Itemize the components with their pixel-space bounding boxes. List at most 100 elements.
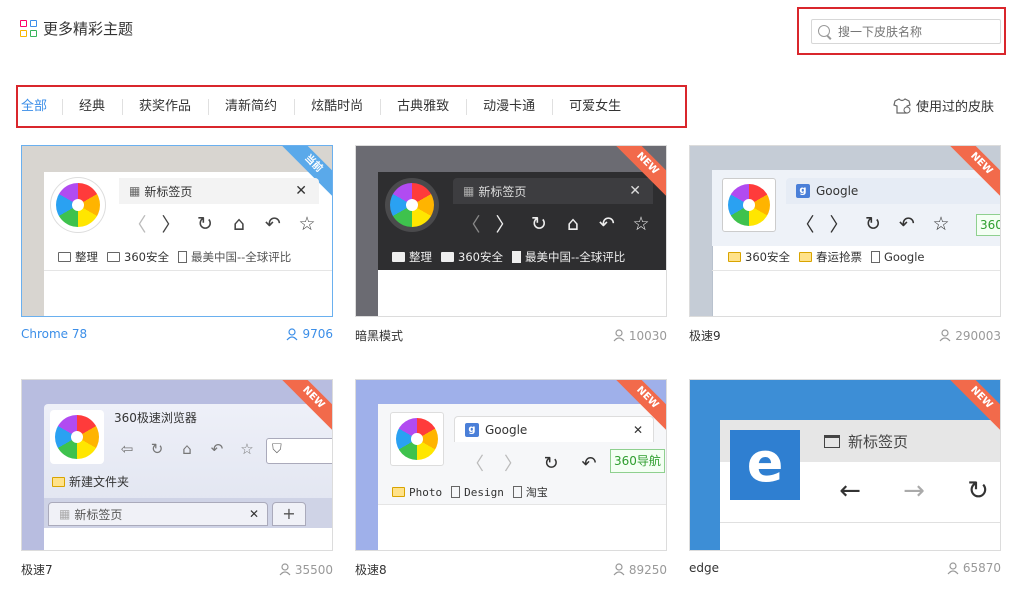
browser-logo-icon: [728, 184, 770, 226]
tab-anime[interactable]: 动漫卡通: [466, 98, 552, 116]
theme-preview[interactable]: e 新标签页 ← → ↻ NEW: [689, 379, 1001, 551]
theme-preview[interactable]: g Google ✕ 〈 〉 ↻ ↶ 360导航 Photo Design 淘宝…: [355, 379, 667, 551]
preview-tab: ▦ 新标签页 ✕: [48, 502, 268, 526]
folder-icon: [728, 252, 741, 262]
preview-bookmarks: Photo Design 淘宝: [392, 484, 557, 500]
tab-fashion[interactable]: 炫酷时尚: [294, 98, 380, 116]
back-icon: 〈: [795, 214, 815, 236]
shield-icon: ⛉: [272, 442, 282, 457]
preview-nav: 〈 〉 ↻ ⌂ ↶ ☆: [454, 210, 658, 237]
theme-card-chrome78[interactable]: ▦ 新标签页 ✕ ▦ 新标签页 ✕ 〈 〉 ↻ ⌂ ↶ ☆ 整理 360安全 最…: [21, 145, 333, 341]
search-input[interactable]: [838, 24, 988, 39]
back-icon: ←: [839, 476, 861, 506]
theme-preview[interactable]: g Google 〈 〉 ↻ ↶ ☆ 360 360安全 春运抢票 Google…: [689, 145, 1001, 317]
page-icon: [177, 251, 187, 263]
window-title: 360极速浏览器: [114, 411, 197, 425]
address-bar: 360: [976, 214, 1000, 236]
folder-icon: [392, 252, 405, 262]
home-icon: ⌂: [566, 212, 580, 235]
preview-tab-title: 新标签页: [848, 432, 909, 451]
search-icon[interactable]: [818, 24, 832, 39]
search-box[interactable]: [811, 19, 1001, 44]
star-icon: ☆: [240, 440, 254, 458]
home-icon: ⌂: [182, 440, 192, 458]
preview-tab-title: Google: [485, 422, 528, 437]
preview-bookmarks: 新建文件夹: [52, 473, 129, 490]
used-skins-link[interactable]: 使用过的皮肤: [893, 96, 994, 115]
new-tab-icon: +: [272, 502, 306, 526]
download-count: 9706: [286, 327, 333, 341]
close-icon: ✕: [295, 183, 307, 199]
preview-nav: 〈 〉 ↻ ↶ ☆: [788, 210, 958, 237]
preview-tab: 新标签页: [814, 428, 994, 454]
preview-tab-title: 新标签页: [478, 184, 527, 199]
preview-tab: ▦ 新标签页 ✕: [453, 178, 653, 204]
google-icon: g: [465, 422, 479, 437]
folder-icon: [52, 476, 65, 487]
preview-tab-title: Google: [816, 184, 859, 198]
theme-name[interactable]: edge: [689, 561, 719, 575]
preview-tab: g Google ✕: [454, 416, 654, 442]
close-icon: ✕: [629, 183, 641, 199]
tab-award-winning[interactable]: 获奖作品: [122, 98, 208, 116]
page-title: 更多精彩主题: [43, 20, 134, 38]
download-count: 65870: [947, 561, 1001, 575]
page-icon: [451, 486, 461, 498]
preview-nav: ⇦ ↻ ⌂ ↶ ☆: [112, 440, 262, 458]
preview-bookmarks: 整理 360安全 最美中国--全球评比: [58, 249, 300, 265]
tab-classical[interactable]: 古典雅致: [380, 98, 466, 116]
user-icon: [939, 329, 951, 342]
preview-tab-title: 新标签页: [144, 184, 193, 199]
reload-icon: ↻: [967, 476, 989, 506]
close-icon: ✕: [632, 422, 643, 437]
tab-classic[interactable]: 经典: [62, 98, 122, 116]
undo-icon: ↶: [899, 212, 915, 235]
browser-logo-icon: [390, 183, 434, 227]
preview-nav: 〈 〉 ↻ ⌂ ↶ ☆: [120, 210, 324, 237]
theme-name[interactable]: 极速7: [21, 561, 53, 578]
page-icon: [512, 486, 522, 498]
reload-icon: ↻: [197, 212, 213, 235]
tab-all[interactable]: 全部: [18, 98, 62, 116]
used-skins-label: 使用过的皮肤: [916, 100, 995, 115]
forward-icon: 〉: [829, 214, 849, 236]
folder-icon: [107, 252, 120, 262]
theme-card-jisu7[interactable]: 360极速浏览器 ⇦ ↻ ⌂ ↶ ☆ ⛉ 新建文件夹 ▦ 新标签页 ✕ + NE…: [21, 379, 333, 578]
folder-icon: [798, 252, 812, 262]
theme-card-dark-mode[interactable]: ▦ 新标签页 ✕ 〈 〉 ↻ ⌂ ↶ ☆ 整理 360安全 最美中国--全球评比…: [355, 145, 667, 344]
theme-card-jisu8[interactable]: g Google ✕ 〈 〉 ↻ ↶ 360导航 Photo Design 淘宝…: [355, 379, 667, 578]
forward-icon: 〉: [504, 454, 522, 475]
reload-icon: ↻: [150, 440, 164, 458]
forward-icon: →: [903, 476, 925, 506]
theme-card-jisu9[interactable]: g Google 〈 〉 ↻ ↶ ☆ 360 360安全 春运抢票 Google…: [689, 145, 1001, 344]
address-bar: 360导航: [610, 449, 665, 473]
back-icon: 〈: [461, 214, 481, 236]
forward-icon: 〉: [161, 214, 181, 236]
grid-tab-icon: ▦: [129, 184, 141, 198]
page-icon: [511, 251, 521, 263]
undo-icon: ↶: [265, 212, 281, 235]
download-count: 89250: [613, 561, 667, 578]
theme-name[interactable]: 极速8: [355, 561, 387, 578]
theme-name[interactable]: 暗黑模式: [355, 327, 403, 344]
google-icon: g: [796, 184, 810, 198]
star-icon: ☆: [298, 212, 316, 235]
tab-window-icon: [824, 434, 840, 448]
preview-bookmarks: 整理 360安全 最美中国--全球评比: [392, 249, 634, 265]
theme-preview[interactable]: ▦ 新标签页 ✕ ▦ 新标签页 ✕ 〈 〉 ↻ ⌂ ↶ ☆ 整理 360安全 最…: [21, 145, 333, 317]
reload-icon: ↻: [543, 452, 559, 474]
preview-tab: g Google: [786, 178, 1000, 204]
theme-name[interactable]: Chrome 78: [21, 327, 87, 341]
theme-preview[interactable]: ▦ 新标签页 ✕ 〈 〉 ↻ ⌂ ↶ ☆ 整理 360安全 最美中国--全球评比…: [355, 145, 667, 317]
star-icon: ☆: [932, 212, 950, 235]
theme-preview[interactable]: 360极速浏览器 ⇦ ↻ ⌂ ↶ ☆ ⛉ 新建文件夹 ▦ 新标签页 ✕ + NE…: [21, 379, 333, 551]
theme-name[interactable]: 极速9: [689, 327, 721, 344]
tab-cute[interactable]: 可爱女生: [552, 98, 638, 116]
reload-icon: ↻: [865, 212, 881, 235]
edge-logo-icon: e: [730, 430, 800, 500]
tab-simple[interactable]: 清新简约: [208, 98, 294, 116]
search-highlight: [797, 7, 1006, 55]
folder-icon: [392, 487, 405, 497]
browser-logo-icon: [396, 418, 438, 460]
theme-card-edge[interactable]: e 新标签页 ← → ↻ NEW edge 65870: [689, 379, 1001, 575]
